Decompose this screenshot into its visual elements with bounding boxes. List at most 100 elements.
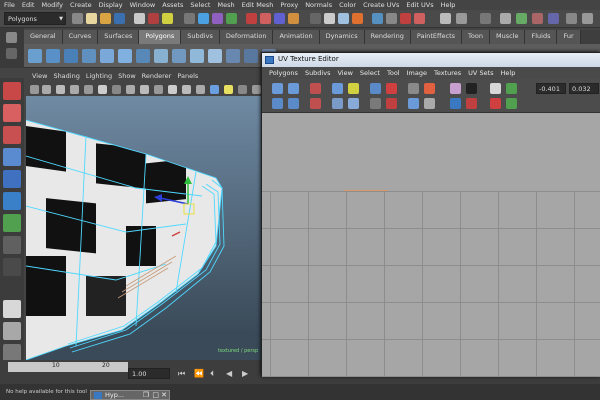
poly-sphere-icon[interactable] (28, 49, 42, 63)
rotate-ccw-icon[interactable] (272, 98, 283, 109)
tab-curves[interactable]: Curves (62, 30, 99, 44)
uv-menu-select[interactable]: Select (360, 69, 380, 77)
lights-icon[interactable] (224, 85, 233, 94)
menu-normals[interactable]: Normals (305, 1, 332, 9)
align-max-v-icon[interactable] (408, 83, 419, 94)
dim-image-icon[interactable] (490, 98, 501, 109)
straighten-uvs-icon[interactable] (424, 98, 435, 109)
rotate-cw-icon[interactable] (288, 98, 299, 109)
close-icon[interactable]: ✕ (161, 391, 167, 399)
flip-v-icon[interactable] (288, 83, 299, 94)
uv-menu-tool[interactable]: Tool (387, 69, 400, 77)
append-polygon-icon[interactable] (244, 49, 258, 63)
sew-uv-edges-icon[interactable] (310, 98, 321, 109)
move-tool-icon[interactable] (3, 148, 21, 166)
extrude-icon[interactable] (208, 49, 222, 63)
wireframe-icon[interactable] (168, 85, 177, 94)
grid-uvs-icon[interactable] (332, 98, 343, 109)
menu-window[interactable]: Window (130, 1, 156, 9)
relax-uvs-icon[interactable] (424, 83, 435, 94)
paint-select-tool-icon[interactable] (3, 126, 21, 144)
snap-surface-icon[interactable] (288, 13, 299, 24)
poly-torus-icon[interactable] (118, 49, 132, 63)
four-pane-layout-icon[interactable] (3, 322, 21, 340)
menu-create-uvs[interactable]: Create UVs (363, 1, 399, 9)
poly-plane-icon[interactable] (100, 49, 114, 63)
magnet-icon[interactable] (400, 13, 411, 24)
poly-pipe-icon[interactable] (136, 49, 150, 63)
show-manipulator-icon[interactable] (3, 258, 21, 276)
menu-create[interactable]: Create (70, 1, 92, 9)
uv-menu-uv-sets[interactable]: UV Sets (468, 69, 493, 77)
numeric-input-icon[interactable] (386, 13, 397, 24)
play-forwards-icon[interactable]: ▶ (242, 369, 248, 378)
align-max-u-icon[interactable] (370, 98, 381, 109)
viewport-menu-lighting[interactable]: Lighting (86, 72, 112, 82)
render-settings-icon[interactable] (352, 13, 363, 24)
shelf-tabs-icon[interactable] (6, 48, 17, 59)
menu-select[interactable]: Select (190, 1, 210, 9)
save-scene-icon[interactable] (114, 13, 125, 24)
bridge-icon[interactable] (226, 49, 240, 63)
poly-cylinder-icon[interactable] (64, 49, 78, 63)
select-component-icon[interactable] (162, 13, 173, 24)
uv-menu-textures[interactable]: Textures (434, 69, 461, 77)
menu-edit-mesh[interactable]: Edit Mesh (242, 1, 274, 9)
tab-surfaces[interactable]: Surfaces (98, 30, 140, 44)
time-slider[interactable] (8, 362, 128, 372)
graph-editor-icon[interactable] (532, 13, 543, 24)
layer-editor-icon[interactable] (566, 13, 577, 24)
manipulator-tool-icon[interactable] (3, 214, 21, 232)
menu-edit-uvs[interactable]: Edit UVs (406, 1, 433, 9)
vertex-mask-icon[interactable] (184, 13, 195, 24)
edge-mask-icon[interactable] (198, 13, 209, 24)
select-shell-icon[interactable] (370, 83, 381, 94)
unfold-uvs-icon[interactable] (408, 98, 419, 109)
poly-cube-icon[interactable] (46, 49, 60, 63)
perspective-viewport[interactable] (26, 96, 262, 360)
rgb-channels-icon[interactable] (506, 98, 517, 109)
uv-editor-title-bar[interactable]: UV Texture Editor (262, 53, 600, 67)
menu-assets[interactable]: Assets (162, 1, 183, 9)
tab-deformation[interactable]: Deformation (219, 30, 274, 44)
viewport-menu-renderer[interactable]: Renderer (142, 72, 172, 82)
show-tool-settings-icon[interactable] (456, 13, 467, 24)
shade-uvs-icon[interactable] (490, 83, 501, 94)
step-back-frame-icon[interactable]: ⏴ (210, 369, 214, 379)
go-to-start-icon[interactable]: ⏮ (178, 369, 185, 379)
menu-file[interactable]: File (4, 1, 15, 9)
menu-proxy[interactable]: Proxy (280, 1, 298, 9)
v-coordinate-field[interactable]: 0.032 (569, 83, 599, 94)
uv-menu-subdivs[interactable]: Subdivs (305, 69, 331, 77)
shadows-icon[interactable] (238, 85, 247, 94)
uv-canvas[interactable] (262, 113, 600, 377)
soft-mod-tool-icon[interactable] (3, 236, 21, 254)
select-tool-icon[interactable] (3, 82, 21, 100)
safe-action-icon[interactable] (154, 85, 163, 94)
film-gate-icon[interactable] (98, 85, 107, 94)
uv-menu-polygons[interactable]: Polygons (269, 69, 298, 77)
camera-icon[interactable] (30, 85, 39, 94)
snapshot-icon[interactable] (348, 98, 359, 109)
field-chart-icon[interactable] (140, 85, 149, 94)
menu-modify[interactable]: Modify (41, 1, 63, 9)
camera-attributes-icon[interactable] (42, 85, 51, 94)
current-frame-field[interactable]: 1.00 (128, 368, 170, 379)
maximize-icon[interactable]: □ (152, 391, 159, 399)
viewport-menu-shading[interactable]: Shading (53, 72, 79, 82)
tab-fur[interactable]: Fur (557, 30, 581, 44)
tab-rendering[interactable]: Rendering (364, 30, 411, 44)
tab-subdivs[interactable]: Subdivs (181, 30, 220, 44)
menu-display[interactable]: Display (99, 1, 123, 9)
textured-icon[interactable] (210, 85, 219, 94)
viewport-menu-panels[interactable]: Panels (177, 72, 198, 82)
step-back-key-icon[interactable]: ⏪ (194, 369, 204, 378)
texture-borders-icon[interactable] (506, 83, 517, 94)
channel-box-icon[interactable] (500, 13, 511, 24)
menu-color[interactable]: Color (339, 1, 356, 9)
align-min-u-icon[interactable] (386, 83, 397, 94)
menu-set-select[interactable]: Polygons ▼ (4, 12, 66, 25)
outliner-icon[interactable] (516, 13, 527, 24)
tab-dynamics[interactable]: Dynamics (319, 30, 365, 44)
tab-general[interactable]: General (24, 30, 63, 44)
